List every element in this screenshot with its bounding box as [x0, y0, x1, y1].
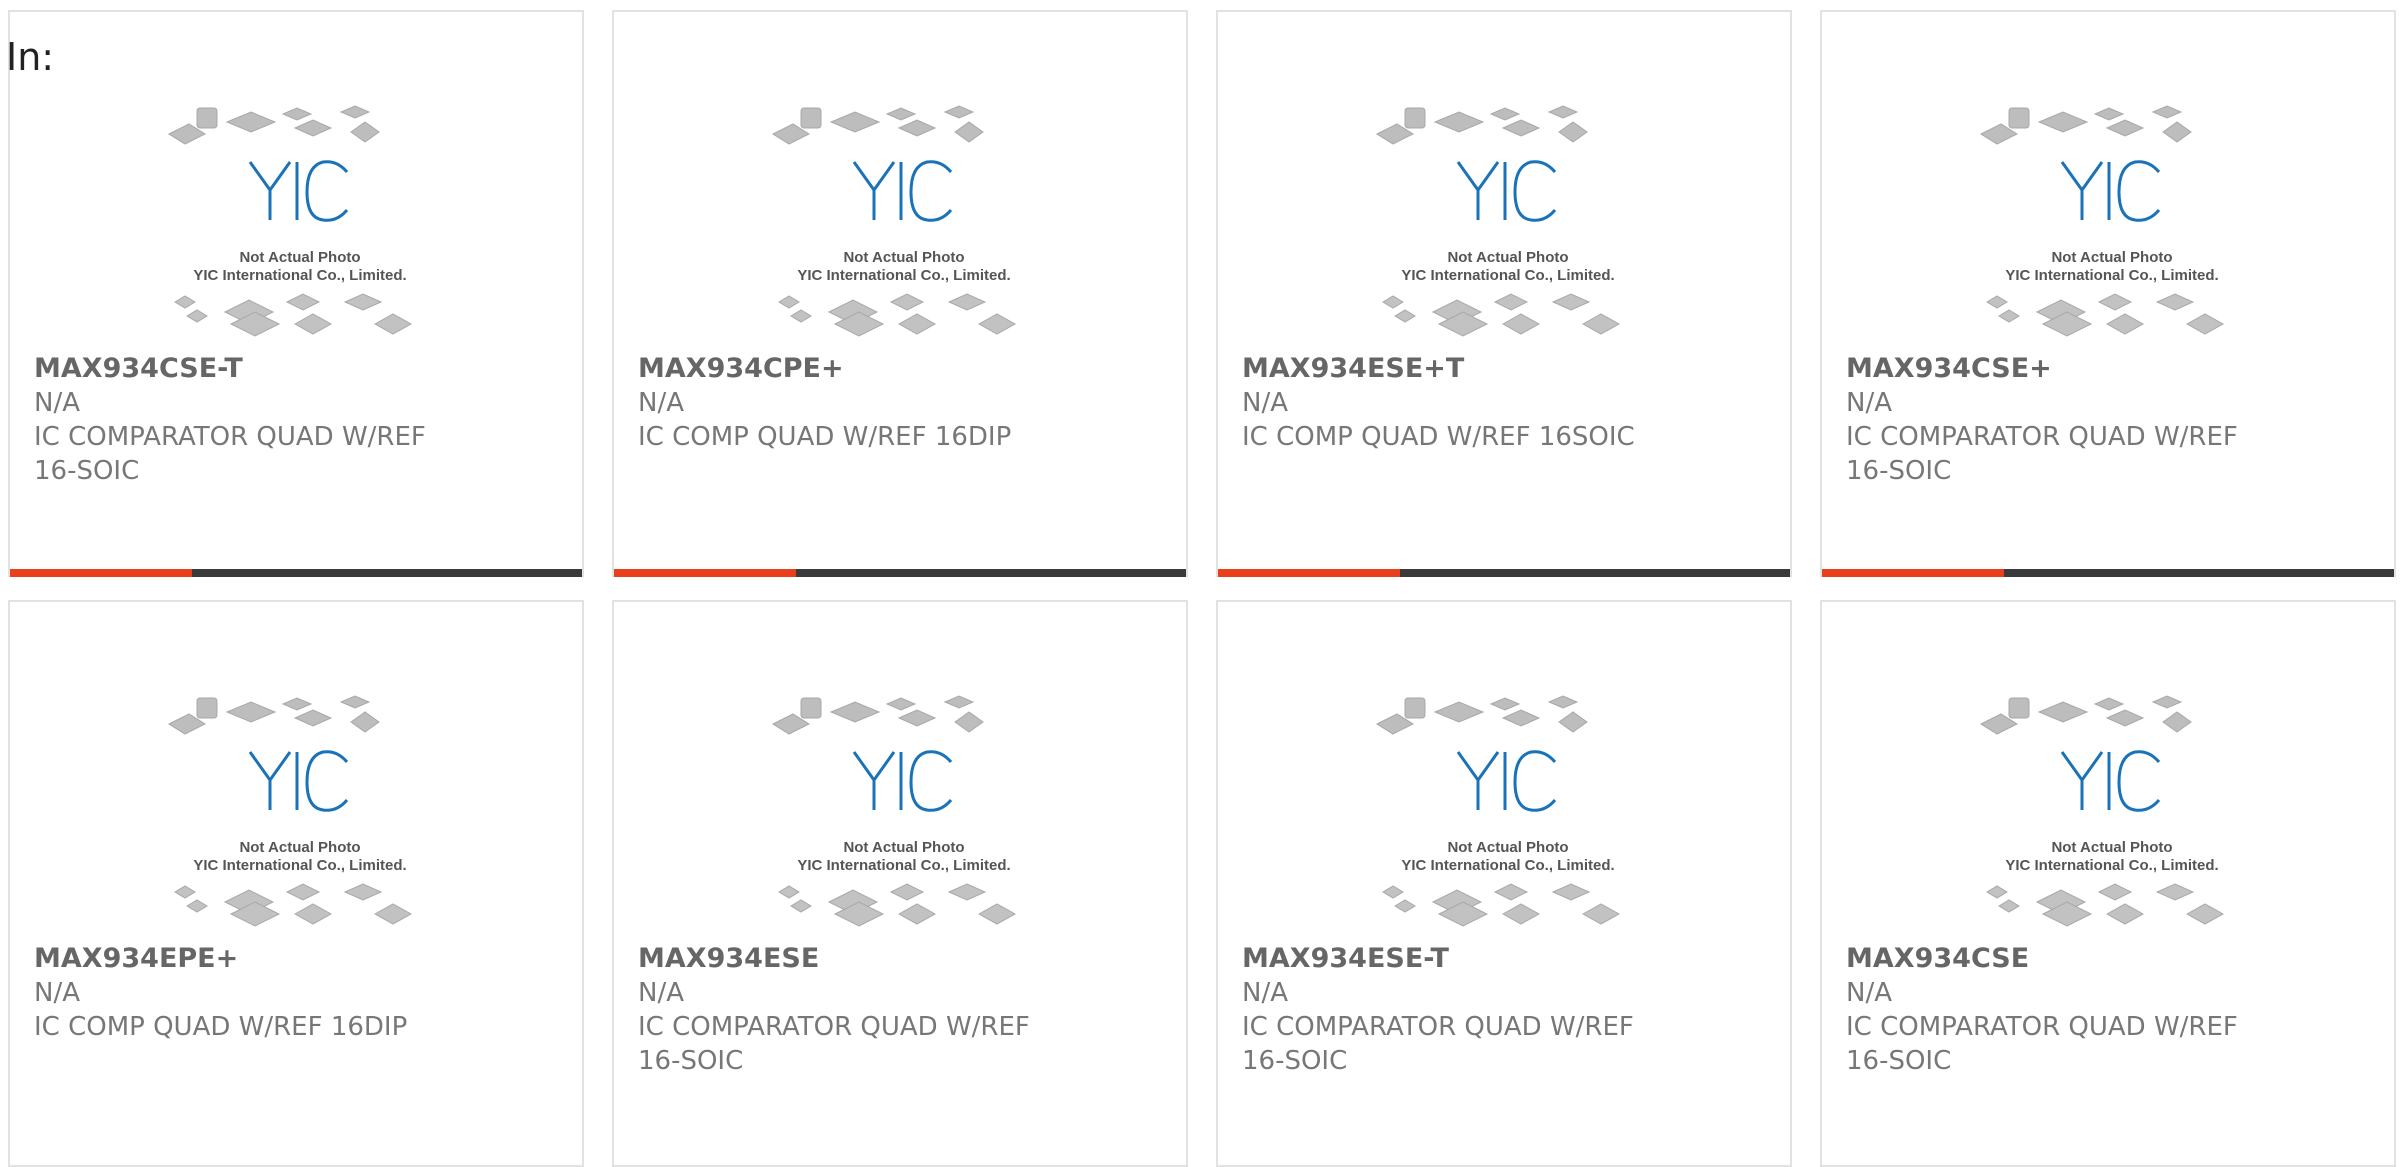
product-card-7[interactable]: Not Actual Photo YIC International Co., … — [1216, 600, 1792, 1167]
part-number[interactable]: MAX934CSE+ — [1846, 352, 2276, 386]
part-number[interactable]: MAX934ESE — [638, 942, 1068, 976]
chip-icons-top — [1979, 695, 2192, 735]
product-info: MAX934CSE-T N/A IC COMPARATOR QUAD W/REF… — [34, 352, 464, 488]
description: IC COMP QUAD W/REF 16SOIC — [1242, 422, 1635, 452]
part-number[interactable]: MAX934CSE-T — [34, 352, 464, 386]
product-photo-placeholder: Not Actual Photo YIC International Co., … — [1375, 105, 1621, 337]
photo-caption-line1: Not Actual Photo — [843, 249, 964, 266]
photo-caption-line1: Not Actual Photo — [239, 839, 360, 856]
chip-icons-top — [771, 105, 984, 145]
chip-icons-bottom — [174, 293, 413, 337]
product-card-1[interactable]: Not Actual Photo YIC International Co., … — [8, 10, 584, 577]
manufacturer: N/A — [1846, 978, 1892, 1008]
chip-icons-bottom — [174, 883, 413, 927]
part-number[interactable]: MAX934EPE+ — [34, 942, 464, 976]
chip-icons-top — [1375, 105, 1588, 145]
yic-logo-icon — [852, 160, 953, 222]
product-photo-placeholder: Not Actual Photo YIC International Co., … — [771, 105, 1017, 337]
chip-icons-bottom — [778, 293, 1017, 337]
part-number[interactable]: MAX934CSE — [1846, 942, 2276, 976]
photo-caption-line2: YIC International Co., Limited. — [193, 267, 406, 284]
photo-caption-line2: YIC International Co., Limited. — [1401, 267, 1614, 284]
chip-icons-top — [1375, 695, 1588, 735]
product-card-3[interactable]: Not Actual Photo YIC International Co., … — [1216, 10, 1792, 577]
product-card-6[interactable]: Not Actual Photo YIC International Co., … — [612, 600, 1188, 1167]
product-info: MAX934CPE+ N/A IC COMP QUAD W/REF 16DIP — [638, 352, 1068, 454]
in-label: In: — [6, 35, 55, 79]
card-footer-bar — [614, 569, 1186, 577]
description: IC COMP QUAD W/REF 16DIP — [34, 1012, 408, 1042]
photo-caption-line2: YIC International Co., Limited. — [193, 857, 406, 874]
description: IC COMPARATOR QUAD W/REF 16-SOIC — [1242, 1012, 1634, 1076]
product-info: MAX934CSE+ N/A IC COMPARATOR QUAD W/REF … — [1846, 352, 2276, 488]
chip-icons-bottom — [1382, 293, 1621, 337]
manufacturer: N/A — [1242, 388, 1288, 418]
photo-caption-line2: YIC International Co., Limited. — [1401, 857, 1614, 874]
manufacturer: N/A — [1846, 388, 1892, 418]
product-info: MAX934ESE N/A IC COMPARATOR QUAD W/REF 1… — [638, 942, 1068, 1078]
yic-logo-icon — [248, 160, 349, 222]
product-info: MAX934ESE-T N/A IC COMPARATOR QUAD W/REF… — [1242, 942, 1672, 1078]
part-number[interactable]: MAX934ESE-T — [1242, 942, 1672, 976]
chip-icons-bottom — [1382, 883, 1621, 927]
yic-logo-icon — [248, 750, 349, 812]
product-photo-placeholder: Not Actual Photo YIC International Co., … — [167, 695, 413, 927]
card-footer-accent — [10, 569, 192, 577]
product-photo-placeholder: Not Actual Photo YIC International Co., … — [167, 105, 413, 337]
description: IC COMPARATOR QUAD W/REF 16-SOIC — [1846, 1012, 2238, 1076]
yic-logo-icon — [852, 750, 953, 812]
description: IC COMPARATOR QUAD W/REF 16-SOIC — [34, 422, 426, 486]
product-card-2[interactable]: Not Actual Photo YIC International Co., … — [612, 10, 1188, 577]
card-footer-accent — [1218, 569, 1400, 577]
photo-caption-line1: Not Actual Photo — [1447, 839, 1568, 856]
photo-caption-line1: Not Actual Photo — [239, 249, 360, 266]
manufacturer: N/A — [1242, 978, 1288, 1008]
product-info: MAX934CSE N/A IC COMPARATOR QUAD W/REF 1… — [1846, 942, 2276, 1078]
yic-logo-icon — [2060, 160, 2161, 222]
photo-caption-line2: YIC International Co., Limited. — [2005, 267, 2218, 284]
chip-icons-top — [1979, 105, 2192, 145]
product-photo-placeholder: Not Actual Photo YIC International Co., … — [1979, 695, 2225, 927]
product-info: MAX934ESE+T N/A IC COMP QUAD W/REF 16SOI… — [1242, 352, 1672, 454]
product-card-4[interactable]: Not Actual Photo YIC International Co., … — [1820, 10, 2396, 577]
card-footer-bar — [1822, 569, 2394, 577]
description: IC COMP QUAD W/REF 16DIP — [638, 422, 1012, 452]
product-photo-placeholder: Not Actual Photo YIC International Co., … — [771, 695, 1017, 927]
manufacturer: N/A — [34, 388, 80, 418]
chip-icons-top — [771, 695, 984, 735]
part-number[interactable]: MAX934CPE+ — [638, 352, 1068, 386]
photo-caption-line2: YIC International Co., Limited. — [797, 857, 1010, 874]
chip-icons-bottom — [1986, 883, 2225, 927]
chip-icons-top — [167, 105, 380, 145]
photo-caption-line1: Not Actual Photo — [843, 839, 964, 856]
photo-caption-line1: Not Actual Photo — [2051, 839, 2172, 856]
photo-caption-line2: YIC International Co., Limited. — [2005, 857, 2218, 874]
photo-caption-line1: Not Actual Photo — [1447, 249, 1568, 266]
chip-icons-bottom — [778, 883, 1017, 927]
yic-logo-icon — [1456, 160, 1557, 222]
yic-logo-icon — [1456, 750, 1557, 812]
manufacturer: N/A — [34, 978, 80, 1008]
card-footer-accent — [1822, 569, 2004, 577]
product-card-8[interactable]: Not Actual Photo YIC International Co., … — [1820, 600, 2396, 1167]
product-info: MAX934EPE+ N/A IC COMP QUAD W/REF 16DIP — [34, 942, 464, 1044]
description: IC COMPARATOR QUAD W/REF 16-SOIC — [1846, 422, 2238, 486]
description: IC COMPARATOR QUAD W/REF 16-SOIC — [638, 1012, 1030, 1076]
part-number[interactable]: MAX934ESE+T — [1242, 352, 1672, 386]
product-photo-placeholder: Not Actual Photo YIC International Co., … — [1375, 695, 1621, 927]
card-footer-bar — [10, 569, 582, 577]
product-card-5[interactable]: Not Actual Photo YIC International Co., … — [8, 600, 584, 1167]
chip-icons-top — [167, 695, 380, 735]
manufacturer: N/A — [638, 978, 684, 1008]
card-footer-bar — [1218, 569, 1790, 577]
product-photo-placeholder: Not Actual Photo YIC International Co., … — [1979, 105, 2225, 337]
yic-logo-icon — [2060, 750, 2161, 812]
chip-icons-bottom — [1986, 293, 2225, 337]
photo-caption-line2: YIC International Co., Limited. — [797, 267, 1010, 284]
card-footer-accent — [614, 569, 796, 577]
manufacturer: N/A — [638, 388, 684, 418]
photo-caption-line1: Not Actual Photo — [2051, 249, 2172, 266]
